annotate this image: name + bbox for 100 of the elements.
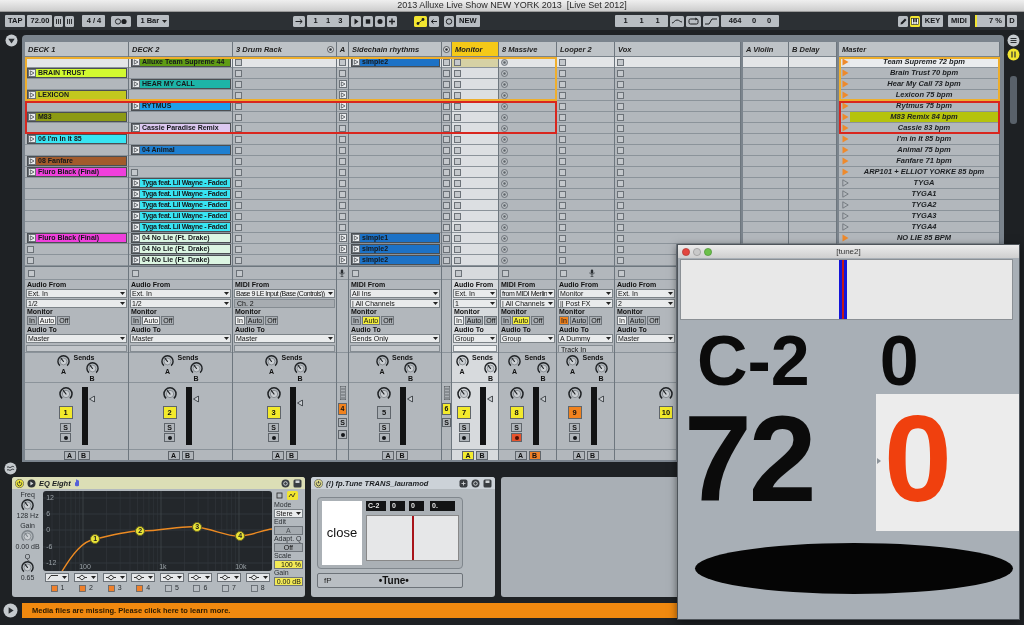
clip-slot[interactable] [789, 101, 836, 112]
clip-slot[interactable] [615, 123, 740, 134]
clip-slot[interactable] [615, 90, 740, 101]
clip-slot[interactable] [499, 189, 556, 200]
send-knob[interactable] [455, 355, 469, 368]
triangle-icon[interactable] [842, 190, 849, 198]
filter-type-dropdown[interactable] [188, 573, 213, 582]
clip-slot[interactable] [615, 222, 740, 233]
clip-slot[interactable] [452, 200, 498, 211]
clip-slot[interactable] [233, 211, 336, 222]
filter-type-dropdown[interactable] [102, 573, 127, 582]
send-knob[interactable] [566, 355, 579, 368]
clip-slot[interactable] [25, 79, 128, 90]
play-icon[interactable] [28, 69, 36, 77]
send-knob[interactable] [265, 355, 278, 368]
play-icon[interactable] [28, 113, 36, 121]
clip-slot[interactable] [615, 189, 740, 200]
clip-slot[interactable] [557, 211, 614, 222]
clip-slot[interactable] [615, 233, 740, 244]
fader-thumb[interactable] [539, 395, 546, 403]
fader-thumb[interactable] [487, 395, 493, 403]
clip-slot[interactable] [499, 112, 556, 123]
clip-slot[interactable] [452, 112, 498, 123]
clip-slot[interactable] [743, 211, 788, 222]
pan-knob[interactable] [509, 387, 524, 401]
clip-slot[interactable] [557, 200, 614, 211]
clip-slot[interactable] [499, 79, 556, 90]
clip-slot[interactable] [789, 200, 836, 211]
clip-slot[interactable] [349, 134, 441, 145]
play-icon[interactable] [132, 234, 140, 242]
clip-slot[interactable] [233, 79, 336, 90]
bars-circle-icon[interactable] [1006, 48, 1020, 61]
clip-slot[interactable] [452, 222, 498, 233]
clip-slot[interactable] [557, 167, 614, 178]
clip-slot[interactable] [557, 189, 614, 200]
clip-slot[interactable] [615, 101, 740, 112]
clip-slot[interactable] [452, 189, 498, 200]
parameter-knob[interactable] [21, 561, 35, 574]
play-icon[interactable] [132, 80, 140, 88]
clip-slot[interactable] [743, 101, 788, 112]
clip-slot[interactable] [452, 233, 498, 244]
clip-slot[interactable] [789, 178, 836, 189]
play-icon[interactable] [132, 245, 140, 253]
clip-slot[interactable] [25, 145, 128, 156]
clip-slot[interactable] [233, 222, 336, 233]
clip-slot[interactable] [789, 145, 836, 156]
send-knob[interactable] [404, 362, 417, 375]
ring-circle-icon[interactable] [281, 478, 290, 488]
clip-slot[interactable] [743, 189, 788, 200]
clip-slot[interactable] [25, 211, 128, 222]
clip-slot[interactable] [233, 244, 336, 255]
play-icon[interactable] [132, 256, 140, 264]
clip-slot[interactable] [615, 244, 676, 255]
clip-slot[interactable] [789, 156, 836, 167]
clip-slot[interactable] [349, 178, 441, 189]
plus-icon[interactable] [387, 15, 397, 27]
piano-keys-icon[interactable] [910, 15, 920, 27]
pan-knob[interactable] [457, 387, 471, 401]
parameter-knob[interactable] [21, 499, 35, 512]
close-button[interactable]: close [322, 501, 362, 565]
clip-slot[interactable] [349, 112, 441, 123]
play-icon[interactable] [28, 234, 36, 242]
clip-slot[interactable] [615, 134, 740, 145]
maximize-icon[interactable] [704, 247, 712, 256]
clip-slot[interactable] [349, 200, 441, 211]
play-icon[interactable] [132, 179, 140, 187]
send-knob[interactable] [375, 355, 389, 368]
step-icon[interactable] [703, 15, 719, 27]
clip-slot[interactable] [789, 68, 836, 79]
clip-slot[interactable] [615, 145, 740, 156]
fader-thumb[interactable] [88, 395, 95, 403]
play-icon[interactable] [28, 135, 36, 143]
play-icon[interactable] [132, 124, 140, 132]
play-circle-icon[interactable] [3, 602, 18, 618]
clip-slot[interactable] [615, 57, 740, 68]
clip-slot[interactable] [615, 167, 740, 178]
filter-type-dropdown[interactable] [245, 573, 270, 582]
wave-lines-icon[interactable] [4, 461, 17, 475]
clip-slot[interactable] [499, 244, 556, 255]
scrollbar[interactable] [1009, 76, 1017, 124]
send-knob[interactable] [293, 362, 307, 375]
clip-slot[interactable] [789, 222, 836, 233]
send-knob[interactable] [161, 355, 174, 368]
clip-slot[interactable] [452, 255, 498, 266]
clip-slot[interactable] [557, 255, 614, 266]
clip-slot[interactable] [452, 145, 498, 156]
clip-slot[interactable] [789, 57, 836, 68]
clip-slot[interactable] [129, 156, 232, 167]
fader-thumb[interactable] [407, 395, 413, 403]
clip-slot[interactable] [499, 178, 556, 189]
clip-slot[interactable] [557, 244, 614, 255]
clip-slot[interactable] [499, 156, 556, 167]
clip-slot[interactable] [25, 255, 128, 266]
microphone-icon[interactable] [589, 269, 595, 277]
pan-knob[interactable] [659, 387, 673, 401]
pan-knob[interactable] [377, 387, 391, 401]
square-stop-icon[interactable] [352, 269, 359, 277]
clip-slot[interactable] [743, 134, 788, 145]
clip-slot[interactable] [452, 167, 498, 178]
clip-slot[interactable] [349, 222, 441, 233]
